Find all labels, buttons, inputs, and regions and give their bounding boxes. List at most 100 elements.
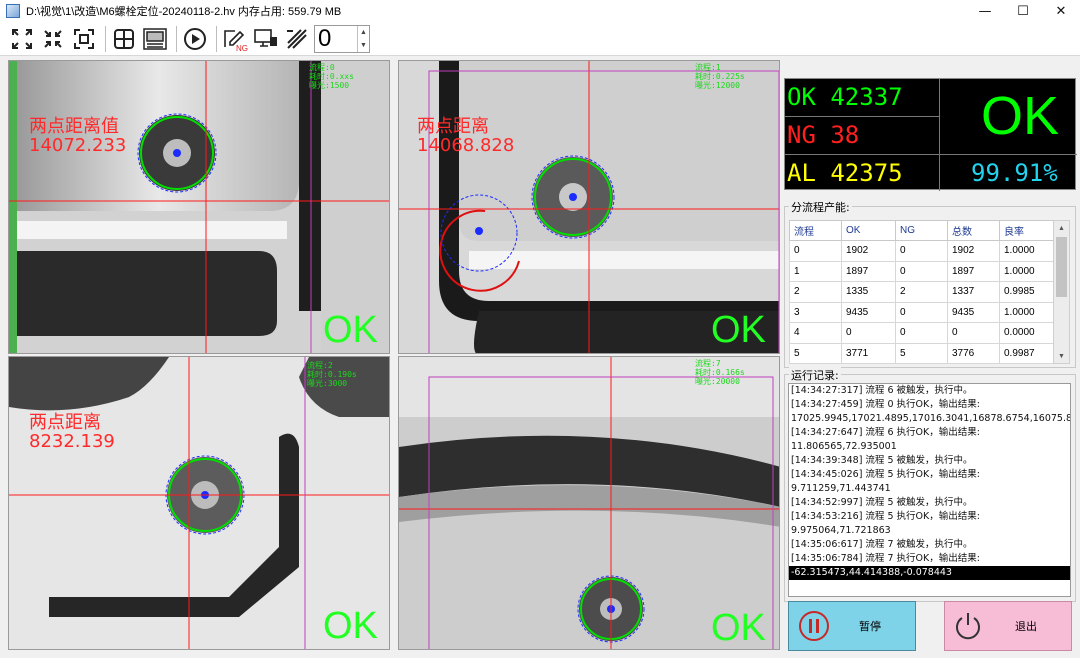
run-log[interactable]: [14:34:27:317] 流程 6 被触发，执行中。 [14:34:27:4…: [788, 383, 1071, 597]
run-button[interactable]: [181, 25, 209, 53]
table-cell: 3771: [841, 342, 896, 364]
table-cell: 9435: [947, 301, 1000, 323]
table-row[interactable]: 0 1902 0 1902 1.0000: [789, 240, 1054, 262]
camera-view-2[interactable]: 两点距离 14068.828 流程:1 耗时:0.225s 曝光:12000 O…: [398, 60, 780, 354]
camera-info-line: 耗时:0.xxs: [309, 72, 354, 81]
column-header[interactable]: NG: [895, 220, 948, 241]
camera-info: 流程:1 耗时:0.225s 曝光:12000: [695, 63, 745, 90]
table-cell: 0.9985: [999, 281, 1054, 303]
column-header[interactable]: 流程: [789, 220, 842, 241]
crosshair-button[interactable]: [110, 25, 138, 53]
toolbar-separator: [176, 25, 177, 52]
log-line: 11.806565,72.935001: [791, 441, 897, 452]
calibrate-button[interactable]: [283, 25, 311, 53]
table-cell: 1897: [947, 260, 1000, 282]
table-row[interactable]: 5 3771 5 3776 0.9987: [789, 342, 1054, 364]
distance-title: 两点距离值: [29, 116, 119, 137]
table-row[interactable]: 2 1335 2 1337 0.9985: [789, 281, 1054, 303]
log-line: [14:35:06:617] 流程 7 被触发，执行中。: [791, 539, 973, 550]
camera-info-line: 曝光:1500: [309, 81, 350, 90]
camera-view-3[interactable]: 两点距离 8232.139 流程:2 耗时:0.190s 曝光:3000 OK: [8, 356, 390, 650]
overall-result: OK: [981, 86, 1060, 146]
al-count: AL 42375: [787, 159, 903, 187]
table-cell: 1: [789, 260, 842, 282]
ng-edit-icon: NG: [224, 29, 248, 52]
pause-icon: [799, 611, 829, 641]
table-scrollbar[interactable]: ▲ ▼: [1053, 220, 1070, 364]
camera-info: 流程:7 耗时:0.166s 曝光:20000: [695, 359, 745, 386]
monitor-button[interactable]: [252, 25, 280, 53]
log-line: 9.975064,71.721863: [791, 525, 891, 536]
table-cell: 1902: [841, 240, 896, 262]
table-row[interactable]: 1 1897 0 1897 1.0000: [789, 260, 1054, 282]
stepper-down-icon[interactable]: ▼: [358, 39, 369, 52]
svg-text:NG: NG: [236, 44, 248, 52]
camera-info-line: 流程:2: [307, 361, 333, 370]
maximize-button[interactable]: ☐: [1004, 0, 1042, 22]
log-line: 9.711259,71.443741: [791, 483, 891, 494]
table-cell: 1.0000: [999, 240, 1054, 262]
column-header[interactable]: OK: [841, 220, 896, 241]
scroll-up-icon[interactable]: ▲: [1054, 221, 1069, 235]
camera-info-line: 流程:0: [309, 63, 335, 72]
table-cell: 4: [789, 322, 842, 344]
calibrate-icon: [287, 28, 307, 49]
zoom-box-button[interactable]: [70, 25, 98, 53]
flow-index-value[interactable]: 0: [315, 25, 357, 52]
process-table: 流程 OK NG 总数 良率 0 1902 0 1902 1.0000 1 18…: [789, 220, 1054, 364]
table-cell: 0: [895, 260, 948, 282]
table-cell: 0: [895, 301, 948, 323]
camera-view-1[interactable]: 两点距离值 14072.233 流程:0 耗时:0.xxs 曝光:1500 OK: [8, 60, 390, 354]
camera-info-line: 耗时:0.190s: [307, 370, 357, 379]
table-cell: 5: [789, 342, 842, 364]
table-row[interactable]: 3 9435 0 9435 1.0000: [789, 301, 1054, 323]
image-view-button[interactable]: [141, 25, 169, 53]
table-cell: 1897: [841, 260, 896, 282]
stepper-up-icon[interactable]: ▲: [358, 26, 369, 39]
run-log-title: 运行记录:: [789, 367, 841, 383]
camera-info-line: 曝光:12000: [695, 81, 740, 90]
camera-view-4[interactable]: 流程:7 耗时:0.166s 曝光:20000 OK: [398, 356, 780, 650]
table-cell: 1.0000: [999, 301, 1054, 323]
title-bar: D:\视觉\1\改造\M6螺栓定位-20240118-2.hv 内存占用: 55…: [0, 0, 1080, 22]
table-cell: 0.0000: [999, 322, 1054, 344]
table-cell: 1337: [947, 281, 1000, 303]
table-cell: 0: [789, 240, 842, 262]
camera-info-line: 曝光:20000: [695, 377, 740, 386]
window-title: D:\视觉\1\改造\M6螺栓定位-20240118-2.hv 内存占用: 55…: [26, 6, 342, 18]
log-line-selected: -62.315473,44.414388,-0.078443: [789, 566, 1070, 580]
flow-index-stepper[interactable]: 0 ▲ ▼: [314, 24, 370, 53]
table-cell: 3: [789, 301, 842, 323]
fit-window-button[interactable]: [8, 25, 36, 53]
scroll-down-icon[interactable]: ▼: [1054, 349, 1069, 363]
table-row[interactable]: 4 0 0 0 0.0000: [789, 322, 1054, 344]
table-cell: 0.9987: [999, 342, 1054, 364]
ng-save-button[interactable]: NG: [221, 25, 249, 53]
yield-rate: 99.91%: [971, 159, 1058, 187]
distance-value: 14068.828: [417, 135, 515, 156]
distance-label: 两点距离 8232.139: [29, 413, 115, 451]
camera-result: OK: [711, 607, 766, 649]
zoom-box-icon: [74, 28, 94, 49]
table-cell: 0: [947, 322, 1000, 344]
exit-button[interactable]: 退出: [944, 601, 1072, 651]
pause-button[interactable]: 暂停: [788, 601, 916, 651]
log-line: [14:34:39:348] 流程 5 被触发，执行中。: [791, 455, 973, 466]
column-header[interactable]: 良率: [999, 220, 1054, 241]
column-header[interactable]: 总数: [947, 220, 1000, 241]
fit-window-icon: [12, 28, 32, 49]
scroll-thumb[interactable]: [1056, 237, 1067, 297]
distance-value: 14072.233: [29, 135, 127, 156]
minimize-button[interactable]: —: [966, 0, 1004, 22]
monitor-icon: [254, 28, 277, 47]
shrink-button[interactable]: [39, 25, 67, 53]
camera-result: OK: [323, 309, 378, 351]
log-line: [14:34:27:647] 流程 6 执行OK，输出结果:: [791, 427, 980, 438]
pause-label: 暂停: [859, 620, 881, 633]
ng-count: NG 38: [787, 121, 860, 149]
camera-info: 流程:0 耗时:0.xxs 曝光:1500: [309, 63, 354, 90]
table-cell: 5: [895, 342, 948, 364]
close-button[interactable]: ✕: [1042, 0, 1080, 22]
table-cell: 9435: [841, 301, 896, 323]
log-line: [14:34:27:317] 流程 6 被触发，执行中。: [791, 385, 973, 396]
